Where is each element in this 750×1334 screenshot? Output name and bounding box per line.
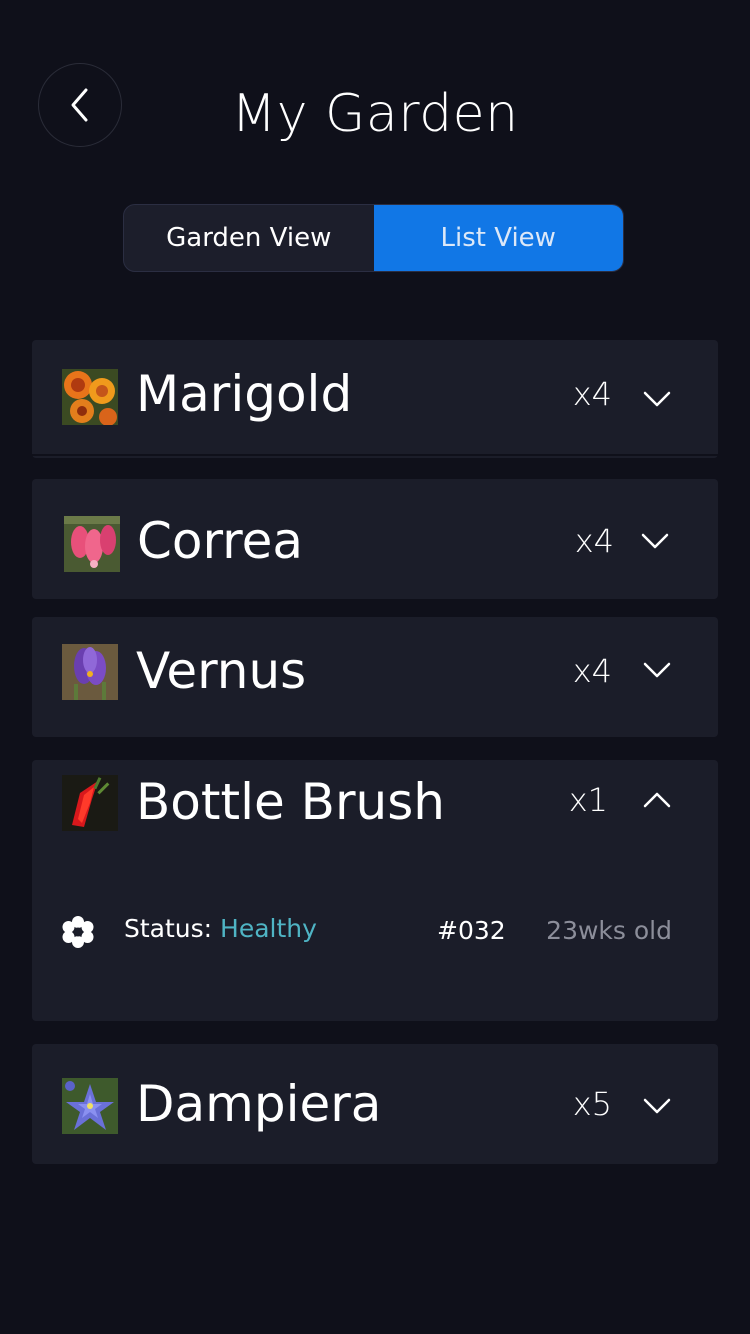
- marigold-image: [62, 369, 118, 425]
- flower-icon: [62, 916, 94, 948]
- plant-card-bottle-brush: Bottle Brush x1 Status: Healthy #032 23w…: [32, 760, 718, 1021]
- plant-card-header[interactable]: Correa x4: [32, 479, 718, 595]
- plant-id: #032: [437, 916, 506, 945]
- status-label: Status: Healthy: [124, 914, 317, 943]
- plant-name: Correa: [137, 512, 304, 570]
- plant-card-header[interactable]: Dampiera x5: [32, 1044, 718, 1160]
- plant-card-correa: Correa x4: [32, 479, 718, 599]
- plant-detail-row: Status: Healthy #032 23wks old: [32, 910, 718, 954]
- plant-age: 23wks old: [546, 916, 672, 945]
- chevron-down-icon[interactable]: [642, 655, 672, 685]
- dampiera-image: [62, 1078, 118, 1134]
- status-label-text: Status:: [124, 914, 213, 943]
- page-title: My Garden: [231, 84, 519, 144]
- vernus-image: [62, 644, 118, 700]
- plant-count: x4: [572, 375, 612, 413]
- plant-card-header[interactable]: Bottle Brush x1: [32, 760, 718, 876]
- plant-name: Bottle Brush: [136, 773, 445, 831]
- chevron-up-icon[interactable]: [642, 785, 672, 815]
- plant-count: x1: [568, 781, 608, 819]
- plant-card-header[interactable]: Vernus x4: [32, 617, 718, 733]
- plant-card-dampiera: Dampiera x5: [32, 1044, 718, 1164]
- plant-count: x4: [574, 522, 614, 560]
- plant-card-header[interactable]: Marigold x4: [32, 340, 718, 456]
- plant-card-marigold: Marigold x4: [32, 340, 718, 458]
- plant-count: x5: [572, 1085, 612, 1123]
- garden-view-tab[interactable]: Garden View: [124, 205, 374, 271]
- plant-name: Dampiera: [136, 1075, 382, 1133]
- list-view-tab[interactable]: List View: [373, 205, 623, 271]
- plant-name: Marigold: [136, 365, 353, 423]
- correa-image: [64, 516, 120, 572]
- plant-count: x4: [572, 652, 612, 690]
- chevron-down-icon[interactable]: [640, 526, 670, 556]
- view-toggle: Garden View List View: [123, 204, 624, 272]
- chevron-down-icon[interactable]: [642, 384, 672, 414]
- plant-card-vernus: Vernus x4: [32, 617, 718, 737]
- status-value: Healthy: [220, 914, 317, 943]
- bottle-brush-image: [62, 775, 118, 831]
- divider: [32, 454, 718, 456]
- chevron-down-icon[interactable]: [642, 1091, 672, 1121]
- plant-name: Vernus: [136, 642, 307, 700]
